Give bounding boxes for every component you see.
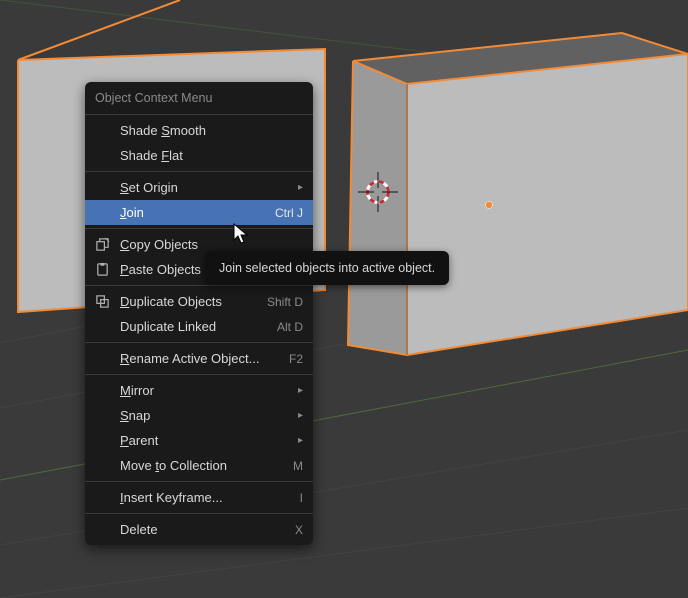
menu-item-label: Shade Flat [120,148,303,163]
menu-item-label: Join [120,205,265,220]
chevron-right-icon: ▸ [288,182,303,193]
menu-item-label: Copy Objects [120,237,303,252]
menu-separator [85,285,313,286]
menu-item-shade-flat[interactable]: Shade Flat [85,143,313,168]
menu-item-label: Move to Collection [120,458,283,473]
menu-separator [85,114,313,115]
menu-item-rename-active-object[interactable]: Rename Active Object...F2 [85,346,313,371]
menu-item-label: Set Origin [120,180,288,195]
menu-separator [85,171,313,172]
menu-item-move-to-collection[interactable]: Move to CollectionM [85,453,313,478]
menu-item-label: Delete [120,522,285,537]
menu-item-set-origin[interactable]: Set Origin▸ [85,175,313,200]
menu-item-insert-keyframe[interactable]: Insert Keyframe...I [85,485,313,510]
menu-separator [85,228,313,229]
menu-item-shade-smooth[interactable]: Shade Smooth [85,118,313,143]
duplicate-icon [95,294,120,309]
menu-separator [85,481,313,482]
cube-right[interactable] [348,33,688,355]
menu-item-label: Shade Smooth [120,123,303,138]
menu-item-hotkey: F2 [279,352,303,366]
paste-icon [95,262,120,277]
chevron-right-icon: ▸ [288,385,303,396]
menu-item-snap[interactable]: Snap▸ [85,403,313,428]
menu-item-label: Rename Active Object... [120,351,279,366]
menu-separator [85,342,313,343]
menu-item-label: Parent [120,433,288,448]
menu-item-hotkey: Alt D [267,320,303,334]
menu-item-duplicate-objects[interactable]: Duplicate ObjectsShift D [85,289,313,314]
tooltip: Join selected objects into active object… [205,251,449,285]
menu-item-hotkey: I [290,491,303,505]
menu-item-label: Mirror [120,383,288,398]
menu-separator [85,374,313,375]
menu-item-label: Insert Keyframe... [120,490,290,505]
menu-item-label: Duplicate Objects [120,294,257,309]
menu-item-hotkey: X [285,523,303,537]
menu-title: Object Context Menu [85,85,313,111]
copy-icon [95,237,120,252]
menu-item-delete[interactable]: DeleteX [85,517,313,542]
menu-item-join[interactable]: JoinCtrl J [85,200,313,225]
menu-item-parent[interactable]: Parent▸ [85,428,313,453]
menu-item-duplicate-linked[interactable]: Duplicate LinkedAlt D [85,314,313,339]
menu-item-label: Snap [120,408,288,423]
menu-item-hotkey: M [283,459,303,473]
menu-item-hotkey: Ctrl J [265,206,303,220]
menu-item-mirror[interactable]: Mirror▸ [85,378,313,403]
menu-item-label: Duplicate Linked [120,319,267,334]
chevron-right-icon: ▸ [288,435,303,446]
object-context-menu[interactable]: Object Context Menu Shade Smooth Shade Fl… [85,82,313,545]
menu-separator [85,513,313,514]
object-origin-dot [486,202,493,209]
chevron-right-icon: ▸ [288,410,303,421]
menu-item-hotkey: Shift D [257,295,303,309]
